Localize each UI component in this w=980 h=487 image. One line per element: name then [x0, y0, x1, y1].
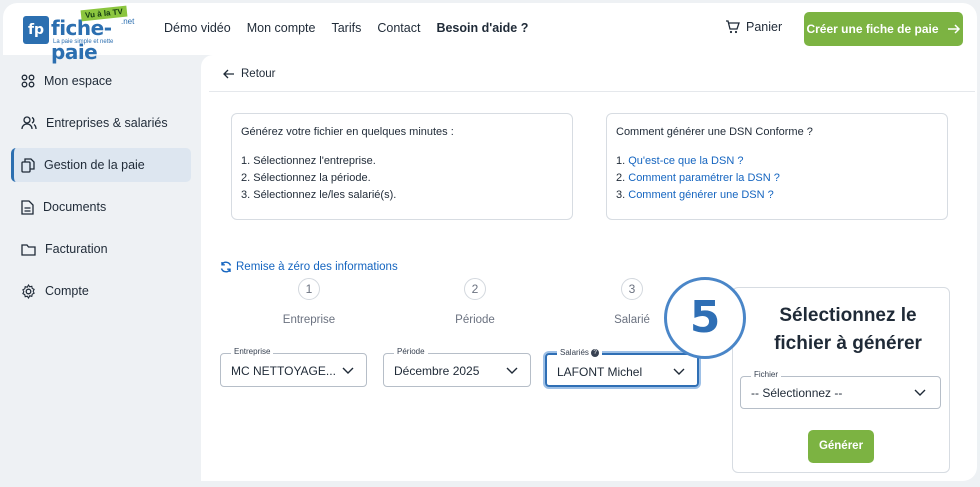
chevron-down-icon [914, 389, 926, 396]
create-payslip-button[interactable]: Créer une fiche de paie [804, 12, 963, 46]
periode-select[interactable]: Période Décembre 2025 [383, 347, 531, 387]
panel-title: Sélectionnez le fichier à générer [774, 305, 922, 354]
sidebar-item-documents[interactable]: Documents [11, 190, 191, 224]
entreprise-select[interactable]: Entreprise MC NETTOYAGE... [220, 347, 367, 387]
nav-help[interactable]: Besoin d'aide ? [436, 21, 528, 35]
nav-tarifs[interactable]: Tarifs [331, 21, 361, 35]
top-nav: Démo vidéo Mon compte Tarifs Contact Bes… [164, 21, 528, 35]
chevron-down-icon [342, 367, 354, 374]
fichier-value: -- Sélectionnez -- [751, 386, 843, 400]
main-content: Retour Générez votre fichier en quelques… [201, 55, 977, 481]
sidebar-item-mon-espace[interactable]: Mon espace [11, 64, 191, 98]
copy-icon [21, 157, 35, 173]
step-indicator-1: 1 [298, 278, 320, 300]
dsn-help-num: 2. [616, 172, 626, 184]
refresh-icon [220, 261, 232, 273]
salaries-value: LAFONT Michel [557, 365, 643, 379]
entreprise-value: MC NETTOYAGE... [231, 364, 336, 378]
chevron-down-icon [673, 368, 685, 375]
dsn-link-configure[interactable]: Comment paramétrer la DSN ? [628, 172, 780, 184]
gear-icon [22, 283, 35, 299]
file-select-panel: Sélectionnez le fichier à générer Fichie… [732, 287, 950, 473]
entreprise-label: Entreprise [231, 347, 274, 356]
step-5-badge: 5 [664, 277, 746, 359]
sidebar-item-label: Mon espace [44, 74, 113, 88]
sidebar-item-facturation[interactable]: Facturation [11, 232, 191, 266]
chevron-down-icon [506, 367, 518, 374]
logo-mark: fp [23, 16, 49, 44]
cart-label: Panier [746, 20, 783, 34]
periode-value: Décembre 2025 [394, 364, 480, 378]
generate-button[interactable]: Générer [808, 430, 874, 463]
sidebar-item-gestion-paie[interactable]: Gestion de la paie [11, 148, 191, 182]
create-payslip-label: Créer une fiche de paie [806, 22, 939, 36]
dsn-help-item: 2. Comment paramétrer la DSN ? [616, 170, 938, 187]
dsn-help-title: Comment générer une DSN Conforme ? [616, 126, 813, 138]
dsn-help-num: 3. [616, 189, 626, 201]
arrow-right-icon [947, 24, 960, 34]
salaries-label-text: Salariés [560, 348, 589, 357]
cart-icon [726, 20, 740, 34]
sidebar-item-label: Entreprises & salariés [46, 116, 168, 130]
sidebar-item-label: Compte [45, 284, 89, 298]
sidebar-item-label: Gestion de la paie [44, 158, 145, 172]
dashboard-icon [21, 74, 35, 88]
dsn-help-item: 3. Comment générer une DSN ? [616, 187, 938, 204]
back-link[interactable]: Retour [223, 68, 276, 80]
app-window: fp fiche-paie Vu à la TV .net La paie si… [3, 3, 977, 481]
instruction-step: 1. Sélectionnez l'entreprise. [241, 155, 376, 167]
folder-icon [21, 243, 36, 256]
instruction-step: 2. Sélectionnez la période. [241, 172, 371, 184]
sidebar-item-label: Documents [43, 200, 107, 214]
dsn-link-generate[interactable]: Comment générer une DSN ? [628, 189, 774, 201]
logo-suffix: .net [121, 17, 135, 26]
divider [209, 91, 975, 92]
dsn-help-box: Comment générer une DSN Conforme ? 1. Qu… [606, 113, 948, 220]
step-indicator-3: 3 [621, 278, 643, 300]
step-indicator-2: 2 [464, 278, 486, 300]
cart-link[interactable]: Panier [725, 20, 782, 34]
users-icon [21, 116, 37, 130]
salaries-select[interactable]: Salariés ? LAFONT Michel [545, 348, 699, 387]
nav-mon-compte[interactable]: Mon compte [247, 21, 316, 35]
sidebar-item-compte[interactable]: Compte [11, 274, 191, 308]
logo[interactable]: fp fiche-paie Vu à la TV .net La paie si… [23, 5, 143, 64]
reset-label: Remise à zéro des informations [236, 261, 398, 273]
arrow-left-icon [223, 69, 234, 79]
step-label-entreprise: Entreprise [282, 314, 336, 326]
salaries-label: Salariés ? [557, 348, 603, 357]
document-icon [21, 199, 34, 215]
help-icon[interactable]: ? [591, 348, 600, 357]
fichier-select[interactable]: Fichier -- Sélectionnez -- [740, 370, 941, 409]
top-bar: fp fiche-paie Vu à la TV .net La paie si… [3, 3, 977, 64]
dsn-link-what-is[interactable]: Qu'est-ce que la DSN ? [628, 155, 743, 167]
nav-contact[interactable]: Contact [377, 21, 420, 35]
sidebar-item-entreprises[interactable]: Entreprises & salariés [11, 106, 191, 140]
step-label-periode: Période [455, 314, 495, 326]
dsn-help-item: 1. Qu'est-ce que la DSN ? [616, 153, 938, 170]
dsn-help-num: 1. [616, 155, 626, 167]
logo-tagline: La paie simple et nette [53, 39, 114, 45]
instructions-title: Générez votre fichier en quelques minute… [241, 126, 454, 138]
reset-link[interactable]: Remise à zéro des informations [220, 261, 398, 273]
periode-label: Période [394, 347, 428, 356]
nav-demo-video[interactable]: Démo vidéo [164, 21, 231, 35]
sidebar-item-label: Facturation [45, 242, 108, 256]
fichier-label: Fichier [751, 370, 782, 379]
sidebar: Mon espace Entreprises & salariés Gestio… [3, 55, 201, 481]
back-label: Retour [241, 68, 276, 80]
instructions-box: Générez votre fichier en quelques minute… [231, 113, 573, 220]
instruction-step: 3. Sélectionnez le/les salarié(s). [241, 189, 397, 201]
